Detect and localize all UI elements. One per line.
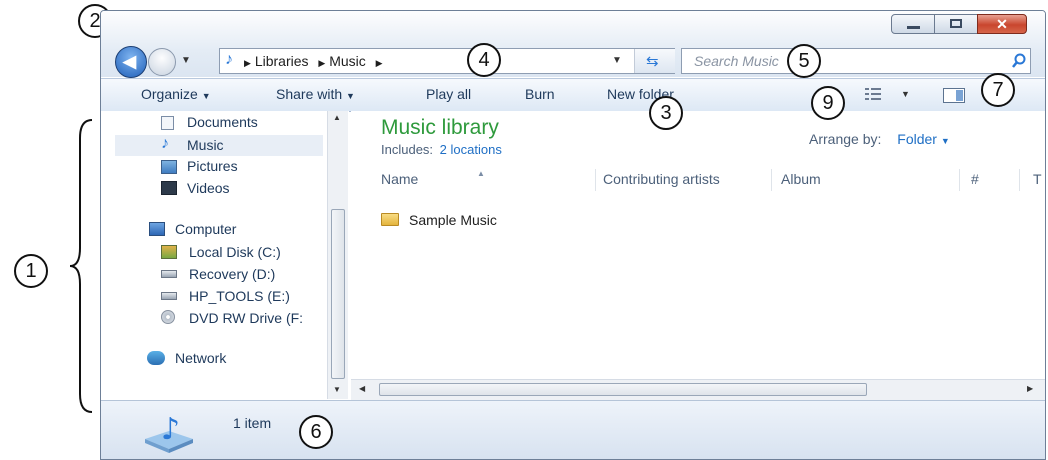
recent-pages-chevron-icon[interactable]: ▼ [181, 55, 191, 66]
videos-icon [161, 181, 177, 195]
sort-arrow-icon: ▲ [477, 169, 485, 178]
address-dropdown-icon[interactable]: ▼ [612, 55, 622, 66]
content-horizontal-scrollbar[interactable]: ◀ ▶ [351, 379, 1045, 400]
share-with-button[interactable]: Share with ▼ [276, 86, 355, 102]
search-input[interactable]: Search Music [681, 48, 1031, 74]
view-dropdown-icon[interactable]: ▼ [901, 89, 910, 99]
preview-pane-icon[interactable] [943, 88, 965, 103]
column-header-album[interactable]: Album [781, 171, 821, 187]
h-scroll-thumb[interactable] [379, 383, 867, 396]
content-pane: Music library Includes: 2 locations Arra… [351, 111, 1045, 399]
drive-icon [161, 270, 177, 278]
search-icon[interactable] [1012, 53, 1026, 68]
arrange-by: Arrange by: Folder ▼ [809, 131, 950, 147]
refresh-icon: ⇆ [646, 53, 659, 70]
brace-icon [69, 119, 93, 413]
command-toolbar: Organize ▼ Share with ▼ Play all Burn Ne… [101, 78, 1045, 112]
column-header-number[interactable]: # [971, 171, 979, 187]
navigation-pane: Documents ♪ Music Pictures Videos Comput… [101, 111, 349, 399]
svg-text:♪: ♪ [161, 412, 180, 447]
drive-icon [161, 292, 177, 300]
forward-button[interactable] [148, 48, 176, 76]
scroll-left-icon[interactable]: ◀ [359, 384, 365, 393]
column-separator[interactable] [771, 169, 772, 191]
pictures-icon [161, 160, 177, 174]
folder-icon [381, 213, 399, 226]
nav-item-dvd-drive[interactable]: DVD RW Drive (F: [113, 308, 323, 328]
callout-7: 7 [981, 73, 1015, 107]
library-title: Music library [381, 116, 499, 139]
computer-icon [149, 222, 165, 236]
nav-item-videos[interactable]: Videos [113, 178, 323, 198]
arrange-by-dropdown[interactable]: Folder ▼ [897, 131, 950, 147]
list-item[interactable]: Sample Music [379, 209, 579, 231]
network-icon [147, 351, 165, 365]
nav-item-recovery[interactable]: Recovery (D:) [113, 264, 323, 284]
details-pane: ♪ 1 item [101, 400, 1045, 459]
back-button[interactable]: ◀ [115, 46, 147, 78]
address-bar[interactable]: ♪ ▶ Libraries ▶ Music ▶ ▼ ⇆ [219, 48, 675, 74]
scroll-up-icon[interactable]: ▲ [333, 113, 341, 122]
scroll-thumb[interactable] [331, 209, 345, 379]
scroll-down-icon[interactable]: ▼ [333, 385, 341, 394]
documents-icon [161, 116, 174, 130]
refresh-button[interactable]: ⇆ [634, 49, 675, 73]
nav-item-hp-tools[interactable]: HP_TOOLS (E:) [113, 286, 323, 306]
music-library-icon: ♪ [141, 409, 197, 453]
library-includes: Includes: 2 locations [381, 142, 502, 157]
item-count: 1 item [233, 415, 272, 431]
close-icon: ✕ [996, 16, 1008, 32]
nav-item-network[interactable]: Network [113, 348, 323, 368]
close-button[interactable]: ✕ [977, 14, 1027, 34]
maximize-button[interactable] [934, 14, 978, 34]
play-all-button[interactable]: Play all [426, 86, 471, 102]
scroll-right-icon[interactable]: ▶ [1027, 384, 1033, 393]
music-icon: ♪ [161, 135, 169, 152]
callout-1: 1 [14, 254, 48, 288]
column-separator[interactable] [1019, 169, 1020, 191]
breadcrumb-libraries[interactable]: Libraries [255, 53, 309, 69]
nav-item-documents[interactable]: Documents [113, 113, 323, 133]
local-disk-icon [161, 245, 177, 259]
view-options-icon[interactable] [865, 87, 883, 101]
organize-button[interactable]: Organize ▼ [141, 86, 211, 102]
column-header-artists[interactable]: Contributing artists [603, 171, 720, 187]
burn-button[interactable]: Burn [525, 86, 555, 102]
nav-item-local-disk[interactable]: Local Disk (C:) [113, 242, 323, 262]
nav-vertical-scrollbar[interactable]: ▲ ▼ [327, 111, 348, 399]
callout-9: 9 [811, 86, 845, 120]
minimize-button[interactable] [891, 14, 935, 34]
breadcrumb-music[interactable]: Music [329, 53, 366, 69]
locations-link[interactable]: 2 locations [440, 142, 502, 157]
callout-6: 6 [299, 415, 333, 449]
callout-5: 5 [787, 44, 821, 78]
search-placeholder: Search Music [694, 53, 779, 69]
nav-item-pictures[interactable]: Pictures [113, 157, 323, 177]
dvd-icon [161, 310, 175, 324]
music-note-icon: ♪ [225, 51, 233, 68]
column-header-name[interactable]: Name [381, 171, 418, 187]
column-separator[interactable] [595, 169, 596, 191]
column-separator[interactable] [959, 169, 960, 191]
breadcrumb: ▶ Libraries ▶ Music ▶ [244, 53, 383, 69]
title-bar: ✕ ◀ ▼ ♪ ▶ Libraries ▶ Music ▶ ▼ ⇆ Search… [101, 11, 1045, 78]
nav-item-computer[interactable]: Computer [113, 219, 323, 239]
callout-4: 4 [467, 43, 501, 77]
nav-item-music[interactable]: ♪ Music [115, 135, 323, 156]
explorer-window: ✕ ◀ ▼ ♪ ▶ Libraries ▶ Music ▶ ▼ ⇆ Search… [100, 10, 1046, 460]
column-header-title[interactable]: T [1033, 171, 1042, 187]
back-arrow-icon: ◀ [123, 52, 137, 71]
callout-3: 3 [649, 96, 683, 130]
